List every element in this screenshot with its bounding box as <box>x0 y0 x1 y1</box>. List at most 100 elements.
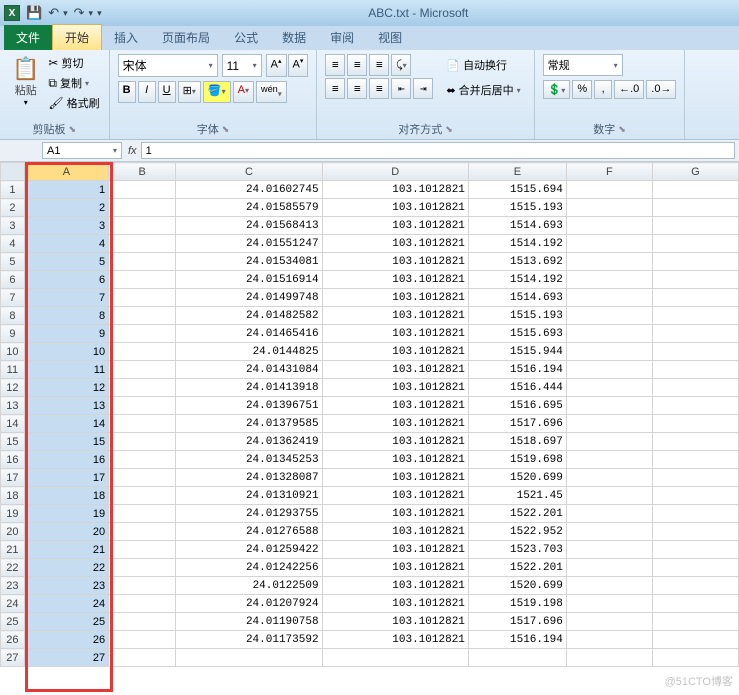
cell[interactable] <box>109 541 176 559</box>
cell[interactable]: 24.01276588 <box>176 523 322 541</box>
cell[interactable] <box>109 523 176 541</box>
cell[interactable]: 13 <box>24 397 108 415</box>
cell[interactable] <box>566 613 652 631</box>
cell[interactable] <box>566 559 652 577</box>
cell[interactable]: 1518.697 <box>468 433 566 451</box>
cell[interactable] <box>109 595 176 613</box>
cell[interactable] <box>652 271 738 289</box>
font-size-select[interactable]: 11▾ <box>222 54 262 77</box>
align-top-button[interactable]: ≡ <box>325 54 345 76</box>
cell[interactable] <box>652 577 738 595</box>
column-header-E[interactable]: E <box>468 163 566 181</box>
cell[interactable] <box>652 631 738 649</box>
cell[interactable]: 26 <box>24 631 108 649</box>
cell[interactable] <box>566 343 652 361</box>
row-header[interactable]: 18 <box>1 487 25 505</box>
cell[interactable] <box>566 451 652 469</box>
cell[interactable]: 24.01396751 <box>176 397 322 415</box>
orientation-button[interactable]: ⤹▾ <box>391 54 411 76</box>
merge-center-button[interactable]: ⬌合并后居中▾ <box>441 79 525 101</box>
chevron-down-icon[interactable]: ▾ <box>24 98 28 107</box>
cell[interactable] <box>652 289 738 307</box>
cell[interactable] <box>109 487 176 505</box>
cell[interactable] <box>566 379 652 397</box>
row-header[interactable]: 16 <box>1 451 25 469</box>
cell[interactable] <box>652 415 738 433</box>
cell[interactable] <box>109 451 176 469</box>
align-middle-button[interactable]: ≡ <box>347 54 367 76</box>
fx-icon[interactable]: fx <box>128 145 137 157</box>
cell[interactable] <box>109 361 176 379</box>
cell[interactable] <box>468 649 566 667</box>
row-header[interactable]: 11 <box>1 361 25 379</box>
format-painter-button[interactable]: 🖌格式刷 <box>47 94 100 112</box>
cell[interactable] <box>109 307 176 325</box>
cell[interactable] <box>109 343 176 361</box>
row-header[interactable]: 3 <box>1 217 25 235</box>
cell[interactable] <box>652 181 738 199</box>
cell[interactable]: 1514.192 <box>468 271 566 289</box>
cell[interactable] <box>566 523 652 541</box>
cell[interactable]: 1515.693 <box>468 325 566 343</box>
align-bottom-button[interactable]: ≡ <box>369 54 389 76</box>
cell[interactable]: 103.1012821 <box>322 199 468 217</box>
increase-decimal-button[interactable]: ←.0 <box>614 80 644 99</box>
cell[interactable]: 24.01516914 <box>176 271 322 289</box>
cell[interactable]: 103.1012821 <box>322 433 468 451</box>
cell[interactable]: 103.1012821 <box>322 595 468 613</box>
cell[interactable] <box>109 199 176 217</box>
percent-button[interactable]: % <box>572 80 592 99</box>
decrease-decimal-button[interactable]: .0→ <box>646 80 676 99</box>
cell[interactable] <box>109 181 176 199</box>
underline-button[interactable]: U <box>158 81 176 103</box>
cell[interactable] <box>652 199 738 217</box>
row-header[interactable]: 23 <box>1 577 25 595</box>
cell[interactable] <box>109 235 176 253</box>
cell[interactable]: 1515.193 <box>468 307 566 325</box>
chevron-down-icon[interactable]: ▾ <box>63 8 68 19</box>
cell[interactable] <box>652 559 738 577</box>
cell[interactable]: 1522.952 <box>468 523 566 541</box>
row-header[interactable]: 26 <box>1 631 25 649</box>
tab-view[interactable]: 视图 <box>366 25 414 50</box>
cell[interactable] <box>652 325 738 343</box>
cell[interactable]: 103.1012821 <box>322 469 468 487</box>
cut-button[interactable]: ✂剪切 <box>47 54 100 72</box>
cell[interactable]: 27 <box>24 649 108 667</box>
currency-button[interactable]: 💲▾ <box>543 80 571 99</box>
row-header[interactable]: 14 <box>1 415 25 433</box>
file-tab[interactable]: 文件 <box>4 25 52 50</box>
cell[interactable] <box>652 487 738 505</box>
cell[interactable] <box>566 631 652 649</box>
cell[interactable] <box>109 397 176 415</box>
cell[interactable]: 103.1012821 <box>322 451 468 469</box>
cell[interactable] <box>109 379 176 397</box>
cell[interactable]: 14 <box>24 415 108 433</box>
cell[interactable]: 20 <box>24 523 108 541</box>
tab-home[interactable]: 开始 <box>52 24 102 50</box>
cell[interactable]: 103.1012821 <box>322 235 468 253</box>
cell[interactable] <box>566 235 652 253</box>
cell[interactable]: 1517.696 <box>468 415 566 433</box>
dialog-launcher-icon[interactable]: ⬊ <box>69 124 77 135</box>
row-header[interactable]: 6 <box>1 271 25 289</box>
dialog-launcher-icon[interactable]: ⬊ <box>222 124 230 135</box>
cell[interactable]: 1522.201 <box>468 505 566 523</box>
redo-icon[interactable]: ↷ <box>74 5 85 21</box>
cell[interactable]: 103.1012821 <box>322 307 468 325</box>
cell[interactable]: 103.1012821 <box>322 397 468 415</box>
name-box[interactable]: A1▾ <box>42 142 122 159</box>
cell[interactable]: 24.01259422 <box>176 541 322 559</box>
cell[interactable]: 15 <box>24 433 108 451</box>
cell[interactable]: 1514.192 <box>468 235 566 253</box>
cell[interactable] <box>176 649 322 667</box>
cell[interactable]: 103.1012821 <box>322 379 468 397</box>
cell[interactable]: 103.1012821 <box>322 559 468 577</box>
wrap-text-button[interactable]: 📄自动换行 <box>441 54 525 76</box>
row-header[interactable]: 17 <box>1 469 25 487</box>
cell[interactable]: 1513.692 <box>468 253 566 271</box>
cell[interactable]: 1514.693 <box>468 217 566 235</box>
cell[interactable]: 1516.695 <box>468 397 566 415</box>
row-header[interactable]: 27 <box>1 649 25 667</box>
cell[interactable]: 24.0122509 <box>176 577 322 595</box>
